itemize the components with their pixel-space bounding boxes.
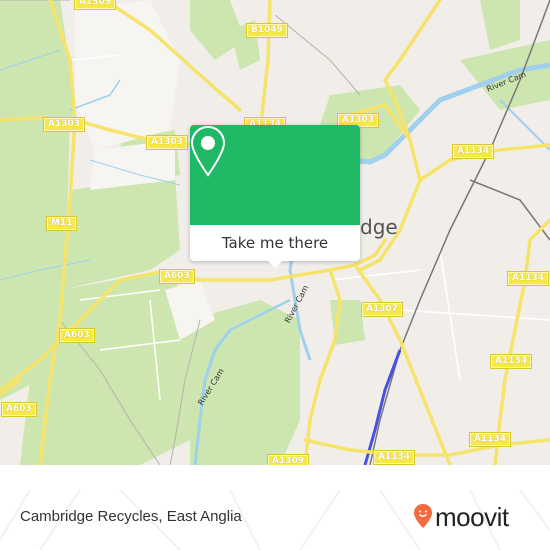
footer: Cambridge Recycles, East Anglia moovit <box>0 490 550 550</box>
road-label: M11 <box>45 216 78 231</box>
map-canvas[interactable]: A1309 B1049 A1303 A1303 A1134 A1303 A113… <box>0 0 550 465</box>
road-label: A1134 <box>372 450 416 465</box>
road-label: A1134 <box>506 271 550 286</box>
take-me-there-button[interactable]: Take me there <box>190 225 360 261</box>
road-label: A1134 <box>489 354 533 369</box>
road-label: A603 <box>1 402 37 417</box>
road-label: A1309 <box>266 454 310 465</box>
road-label: A1309 <box>73 0 117 10</box>
brand-name: moovit <box>435 502 509 532</box>
road-label: A1307 <box>360 302 404 317</box>
road-label: B1049 <box>246 23 288 38</box>
place-name: Cambridge Recycles, East Anglia <box>20 508 242 525</box>
guided-busway <box>363 349 402 465</box>
road-label: A1134 <box>451 144 495 159</box>
popup-header <box>190 125 360 225</box>
road-label: A1303 <box>42 117 86 132</box>
city-label: dge <box>360 215 398 239</box>
road-label: A1303 <box>145 135 189 150</box>
moovit-smiley-pin-icon <box>413 503 433 533</box>
road-label: A1134 <box>468 432 512 447</box>
moovit-logo[interactable]: moovit <box>413 502 509 533</box>
location-popup: Take me there <box>190 125 360 268</box>
road-label: A603 <box>59 328 95 343</box>
road-label: A603 <box>159 269 195 284</box>
popup-pointer <box>267 260 283 268</box>
